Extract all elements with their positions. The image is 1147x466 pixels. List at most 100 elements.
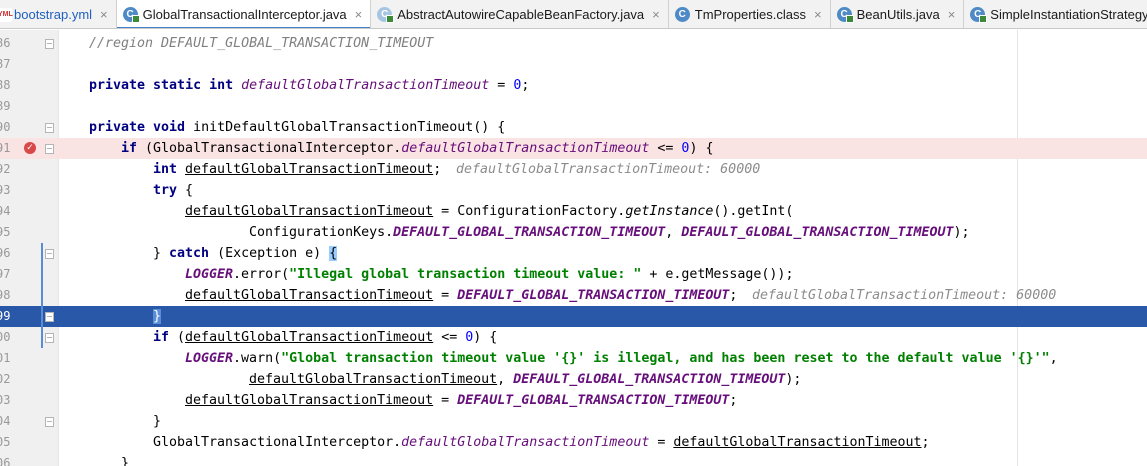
- code-line-102[interactable]: 02 defaultGlobalTransactionTimeout, DEFA…: [0, 369, 1147, 390]
- line-number: 86: [0, 36, 10, 50]
- line-number: 98: [0, 288, 10, 302]
- code-line-106[interactable]: 06 }: [0, 453, 1147, 466]
- constant: DEFAULT_GLOBAL_TRANSACTION_TIMEOUT: [457, 288, 730, 303]
- line-number: 87: [0, 57, 10, 71]
- line-number: 93: [0, 183, 10, 197]
- code-text: );: [785, 372, 802, 387]
- code-line-99-execution-point[interactable]: 99 }: [0, 306, 1147, 327]
- tab-bean-utils[interactable]: C BeanUtils.java ×: [831, 0, 965, 28]
- matched-brace: {: [329, 246, 338, 261]
- code-text: }: [121, 456, 130, 466]
- code-line-96[interactable]: 96 } catch (Exception e) {: [0, 243, 1147, 264]
- code-line-101[interactable]: 01 LOGGER.warn("Global transaction timeo…: [0, 348, 1147, 369]
- code-text: ) {: [689, 141, 714, 156]
- code-text: =: [649, 435, 674, 450]
- scope-indicator: [41, 243, 43, 348]
- code-text: ;: [521, 78, 530, 93]
- code-line-91[interactable]: 91 ✓ if (GlobalTransactionalInterceptor.…: [0, 138, 1147, 159]
- static-method: getInstance: [625, 204, 714, 219]
- code-line-92[interactable]: 92 int defaultGlobalTransactionTimeout; …: [0, 159, 1147, 180]
- fold-icon[interactable]: [45, 333, 54, 343]
- tab-label: AbstractAutowireCapableBeanFactory.java: [397, 7, 645, 22]
- close-icon[interactable]: ×: [948, 8, 956, 21]
- code-line-94[interactable]: 94 defaultGlobalTransactionTimeout = Con…: [0, 201, 1147, 222]
- java-class-icon: C: [122, 7, 140, 23]
- line-number: 89: [0, 99, 10, 113]
- logger-constant: LOGGER: [185, 351, 234, 366]
- code-text: =: [433, 288, 458, 303]
- java-class-icon: C: [836, 7, 854, 23]
- editor-tab-bar: YML bootstrap.yml × C GlobalTransactiona…: [0, 0, 1147, 29]
- tab-label: TmProperties.class: [694, 7, 806, 22]
- close-icon[interactable]: ×: [100, 8, 108, 21]
- static-field: defaultGlobalTransactionTimeout: [241, 78, 490, 93]
- close-icon[interactable]: ×: [814, 8, 822, 21]
- fold-icon[interactable]: [45, 39, 54, 49]
- keyword: int: [153, 162, 186, 177]
- line-number: 99: [0, 309, 10, 323]
- code-line-104[interactable]: 04 }: [0, 411, 1147, 432]
- local-variable: defaultGlobalTransactionTimeout: [185, 393, 434, 408]
- code-text: (: [177, 330, 186, 345]
- tab-abstract-autowire-capable-bean-factory[interactable]: C AbstractAutowireCapableBeanFactory.jav…: [371, 0, 669, 28]
- tab-simple-instantiation-strategy[interactable]: C SimpleInstantiationStrategy.ja: [964, 0, 1147, 28]
- code-line-100[interactable]: 00 if (defaultGlobalTransactionTimeout <…: [0, 327, 1147, 348]
- tab-label: bootstrap.yml: [14, 7, 93, 22]
- line-number: 90: [0, 120, 10, 134]
- code-text: {: [185, 183, 194, 198]
- code-text: ,: [497, 372, 514, 387]
- code-line-90[interactable]: 90 private void initDefaultGlobalTransac…: [0, 117, 1147, 138]
- region-comment: //region DEFAULT_GLOBAL_TRANSACTION_TIME…: [89, 36, 434, 51]
- code-line-86[interactable]: 86 //region DEFAULT_GLOBAL_TRANSACTION_T…: [0, 33, 1147, 54]
- inline-debug-value: defaultGlobalTransactionTimeout: 60000: [752, 288, 1057, 303]
- breakpoint-icon[interactable]: ✓: [24, 142, 36, 154]
- line-number: 95: [0, 225, 10, 239]
- static-field: defaultGlobalTransactionTimeout: [401, 141, 650, 156]
- tab-label: SimpleInstantiationStrategy.ja: [990, 7, 1147, 22]
- tab-bootstrap-yml[interactable]: YML bootstrap.yml ×: [0, 0, 117, 28]
- close-icon[interactable]: ×: [652, 8, 660, 21]
- code-text: <=: [649, 141, 682, 156]
- matched-brace: }: [153, 309, 162, 324]
- tab-tm-properties-class[interactable]: C TmProperties.class ×: [669, 0, 831, 28]
- code-line-89[interactable]: 89: [0, 96, 1147, 117]
- line-number: 92: [0, 162, 10, 176]
- code-line-97[interactable]: 97 LOGGER.error("Illegal global transact…: [0, 264, 1147, 285]
- line-number: 03: [0, 393, 10, 407]
- code-line-88[interactable]: 88 private static int defaultGlobalTrans…: [0, 75, 1147, 96]
- string-literal: "Global transaction timeout value '{}' i…: [281, 351, 1050, 366]
- local-variable: defaultGlobalTransactionTimeout: [185, 204, 434, 219]
- java-abstract-class-icon: C: [377, 7, 395, 23]
- fold-icon[interactable]: [45, 249, 54, 259]
- code-text: ,: [1049, 351, 1058, 366]
- line-number: 91: [0, 141, 10, 155]
- keyword: if: [153, 330, 178, 345]
- local-variable: defaultGlobalTransactionTimeout: [249, 372, 498, 387]
- code-line-95[interactable]: 95 ConfigurationKeys.DEFAULT_GLOBAL_TRAN…: [0, 222, 1147, 243]
- line-number: 05: [0, 435, 10, 449]
- keyword: private static int: [89, 78, 242, 93]
- line-number: 06: [0, 456, 10, 466]
- code-text: .error(: [233, 267, 290, 282]
- code-text: ;: [921, 435, 930, 450]
- fold-icon[interactable]: [45, 312, 54, 322]
- close-icon[interactable]: ×: [355, 8, 363, 21]
- code-text: );: [953, 225, 970, 240]
- tab-global-transactional-interceptor[interactable]: C GlobalTransactionalInterceptor.java ×: [116, 0, 372, 28]
- code-text: ;: [433, 162, 442, 177]
- code-editor[interactable]: 86 //region DEFAULT_GLOBAL_TRANSACTION_T…: [0, 30, 1147, 466]
- tab-label: BeanUtils.java: [856, 7, 940, 22]
- code-line-105[interactable]: 05 GlobalTransactionalInterceptor.defaul…: [0, 432, 1147, 453]
- local-variable: defaultGlobalTransactionTimeout: [185, 330, 434, 345]
- fold-icon[interactable]: [45, 144, 54, 154]
- keyword: catch: [169, 246, 218, 261]
- code-line-103[interactable]: 03 defaultGlobalTransactionTimeout = DEF…: [0, 390, 1147, 411]
- code-line-87[interactable]: 87: [0, 54, 1147, 75]
- code-line-93[interactable]: 93 try {: [0, 180, 1147, 201]
- fold-icon[interactable]: [45, 123, 54, 133]
- line-number: 88: [0, 78, 10, 92]
- line-number: 02: [0, 372, 10, 386]
- code-line-98[interactable]: 98 defaultGlobalTransactionTimeout = DEF…: [0, 285, 1147, 306]
- fold-icon[interactable]: [45, 417, 54, 427]
- code-text: }: [153, 414, 162, 429]
